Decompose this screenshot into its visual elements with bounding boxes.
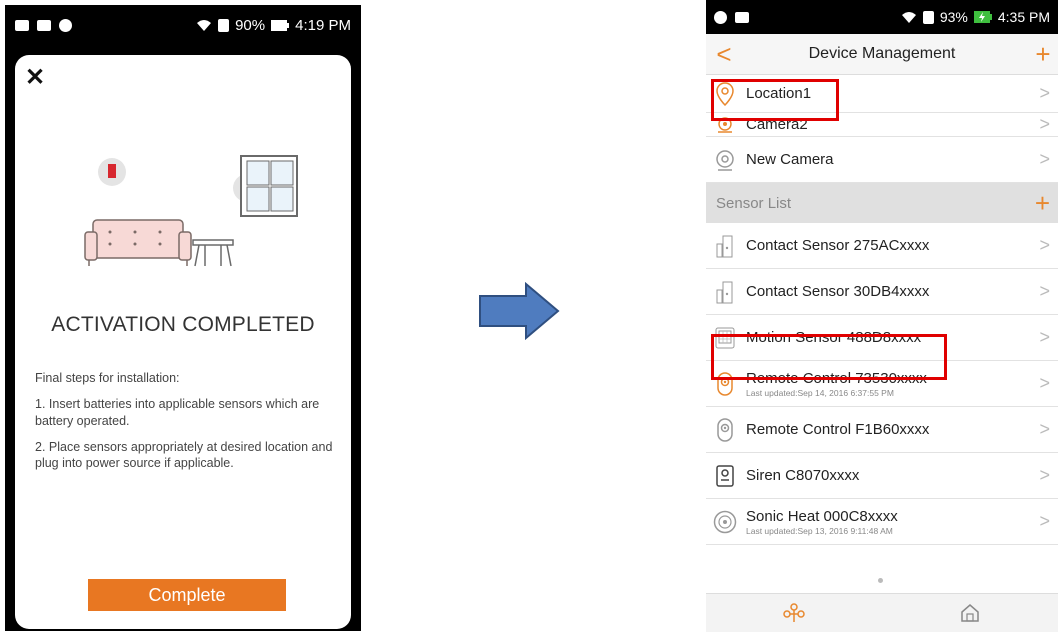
sensor-row[interactable]: Contact Sensor 275ACxxxx >: [706, 223, 1058, 269]
chevron-right-icon: >: [1039, 465, 1050, 485]
last-updated: Last updated:Sep 14, 2016 6:37:55 PM: [746, 387, 894, 398]
clock: 4:19 PM: [295, 16, 351, 34]
siren-icon: [712, 463, 738, 489]
chevron-right-icon: >: [1039, 281, 1050, 301]
close-button[interactable]: ✕: [25, 63, 45, 92]
sensor-name: Contact Sensor 30DB4xxxx: [746, 283, 930, 300]
right-phone-screen: 93% 4:35 PM < Device Management + Locati…: [706, 0, 1058, 632]
sensor-row[interactable]: Motion Sensor 488D8xxxx >: [706, 315, 1058, 361]
device-name: Camera2: [746, 116, 808, 133]
remote-control-icon: [712, 371, 738, 397]
step-2: 2. Place sensors appropriately at desire…: [35, 439, 333, 470]
location-pin-icon: [712, 81, 738, 107]
chevron-right-icon: >: [1039, 114, 1050, 134]
chevron-right-icon: >: [1039, 373, 1050, 393]
steps-intro: Final steps for installation:: [35, 371, 180, 385]
device-network-icon: [783, 603, 805, 622]
back-button[interactable]: <: [706, 39, 742, 70]
sensor-list-header: Sensor List +: [706, 183, 1058, 223]
sensor-name: Contact Sensor 275ACxxxx: [746, 237, 930, 254]
motion-sensor-icon: [712, 325, 738, 351]
contact-sensor-icon: [712, 279, 738, 305]
add-device-button[interactable]: +: [1028, 39, 1058, 70]
section-title: Sensor List: [716, 194, 792, 212]
status-bar: 90% 4:19 PM: [5, 5, 361, 45]
app-notification-icon: [735, 11, 749, 23]
sensor-name: Motion Sensor 488D8xxxx: [746, 329, 922, 346]
chevron-right-icon: >: [1039, 83, 1050, 103]
complete-button[interactable]: Complete: [88, 579, 286, 611]
call-notification-icon: [714, 10, 727, 24]
activation-title: ACTIVATION COMPLETED: [51, 313, 315, 336]
sim-icon: [218, 18, 230, 32]
page-title: Device Management: [808, 45, 956, 62]
tab-home[interactable]: [882, 594, 1058, 632]
camera-icon: [712, 112, 738, 138]
remote-control-icon: [712, 417, 738, 443]
left-phone-screen: 90% 4:19 PM ✕ ACTIVATION COMPLETED Final…: [5, 5, 361, 631]
page-indicator-dot: [878, 578, 883, 583]
sensor-row[interactable]: Remote Control 73530xxxx Last updated:Se…: [706, 361, 1058, 407]
sensor-name: Remote Control F1B60xxxx: [746, 421, 930, 438]
sensor-row[interactable]: Siren C8070xxxx >: [706, 453, 1058, 499]
activation-dialog: ✕ ACTIVATION COMPLETED Final steps for i…: [15, 55, 351, 629]
sim-icon: [922, 10, 934, 24]
status-bar: 93% 4:35 PM: [706, 0, 1058, 34]
device-name: New Camera: [746, 151, 834, 168]
tab-devices[interactable]: [706, 594, 882, 632]
bottom-tab-bar: [706, 593, 1058, 632]
last-updated: Last updated:Sep 13, 2016 9:11:48 AM: [746, 525, 893, 536]
wifi-icon: [197, 19, 212, 31]
nav-bar: < Device Management +: [706, 34, 1058, 75]
app-notification-icon: [37, 19, 51, 31]
right-arrow-icon: [479, 282, 560, 340]
battery-percentage: 93%: [939, 9, 968, 25]
battery-icon: [271, 19, 290, 31]
chevron-right-icon: >: [1039, 419, 1050, 439]
home-icon: [961, 604, 979, 622]
device-row-camera2[interactable]: Camera2 >: [706, 113, 1058, 137]
chevron-right-icon: >: [1039, 235, 1050, 255]
battery-charging-icon: [973, 11, 992, 23]
sensor-name: Remote Control 73530xxxx: [746, 369, 927, 387]
call-notification-icon: [59, 18, 72, 32]
add-sensor-button[interactable]: +: [1035, 188, 1050, 219]
sensor-name: Sonic Heat 000C8xxxx: [746, 507, 898, 525]
device-row-new-camera[interactable]: New Camera >: [706, 137, 1058, 183]
camera-icon: [712, 147, 738, 173]
chevron-right-icon: >: [1039, 327, 1050, 347]
sensor-row[interactable]: Remote Control F1B60xxxx >: [706, 407, 1058, 453]
sensor-row[interactable]: Contact Sensor 30DB4xxxx >: [706, 269, 1058, 315]
wifi-icon: [901, 11, 916, 23]
device-name: Location1: [746, 85, 812, 102]
chevron-right-icon: >: [1039, 149, 1050, 169]
clock: 4:35 PM: [997, 9, 1050, 25]
chevron-right-icon: >: [1039, 511, 1050, 531]
living-room-illustration: [84, 155, 298, 267]
sensor-row[interactable]: Sonic Heat 000C8xxxx Last updated:Sep 13…: [706, 499, 1058, 545]
installation-steps: Final steps for installation: 1. Insert …: [35, 370, 335, 481]
contact-sensor-icon: [712, 233, 738, 259]
image-notification-icon: [15, 19, 29, 31]
device-row-location1[interactable]: Location1 >: [706, 75, 1058, 113]
sonic-heat-icon: [712, 509, 738, 535]
sensor-name: Siren C8070xxxx: [746, 467, 860, 484]
step-1: 1. Insert batteries into applicable sens…: [35, 397, 320, 428]
battery-percentage: 90%: [235, 16, 266, 34]
